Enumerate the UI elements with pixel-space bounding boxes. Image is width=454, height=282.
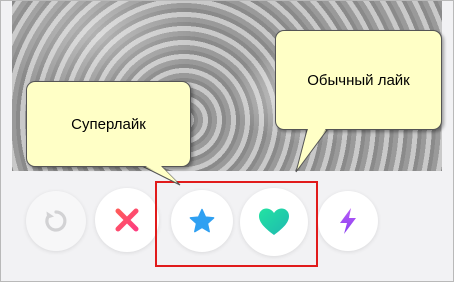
rewind-button[interactable]: [26, 191, 86, 251]
superlike-callout: Суперлайк: [26, 81, 191, 167]
rewind-icon: [45, 210, 67, 232]
highlight-frame: [155, 181, 318, 267]
superlike-callout-pointer-fill: [137, 162, 177, 182]
like-callout-pointer-fill: [298, 125, 329, 168]
close-icon: [115, 208, 139, 232]
boost-button[interactable]: [318, 191, 378, 251]
like-callout-text: Обычный лайк: [307, 71, 410, 89]
like-callout: Обычный лайк: [275, 30, 442, 130]
lightning-icon: [340, 208, 356, 234]
superlike-callout-text: Суперлайк: [71, 115, 146, 133]
nope-button[interactable]: [95, 188, 159, 252]
